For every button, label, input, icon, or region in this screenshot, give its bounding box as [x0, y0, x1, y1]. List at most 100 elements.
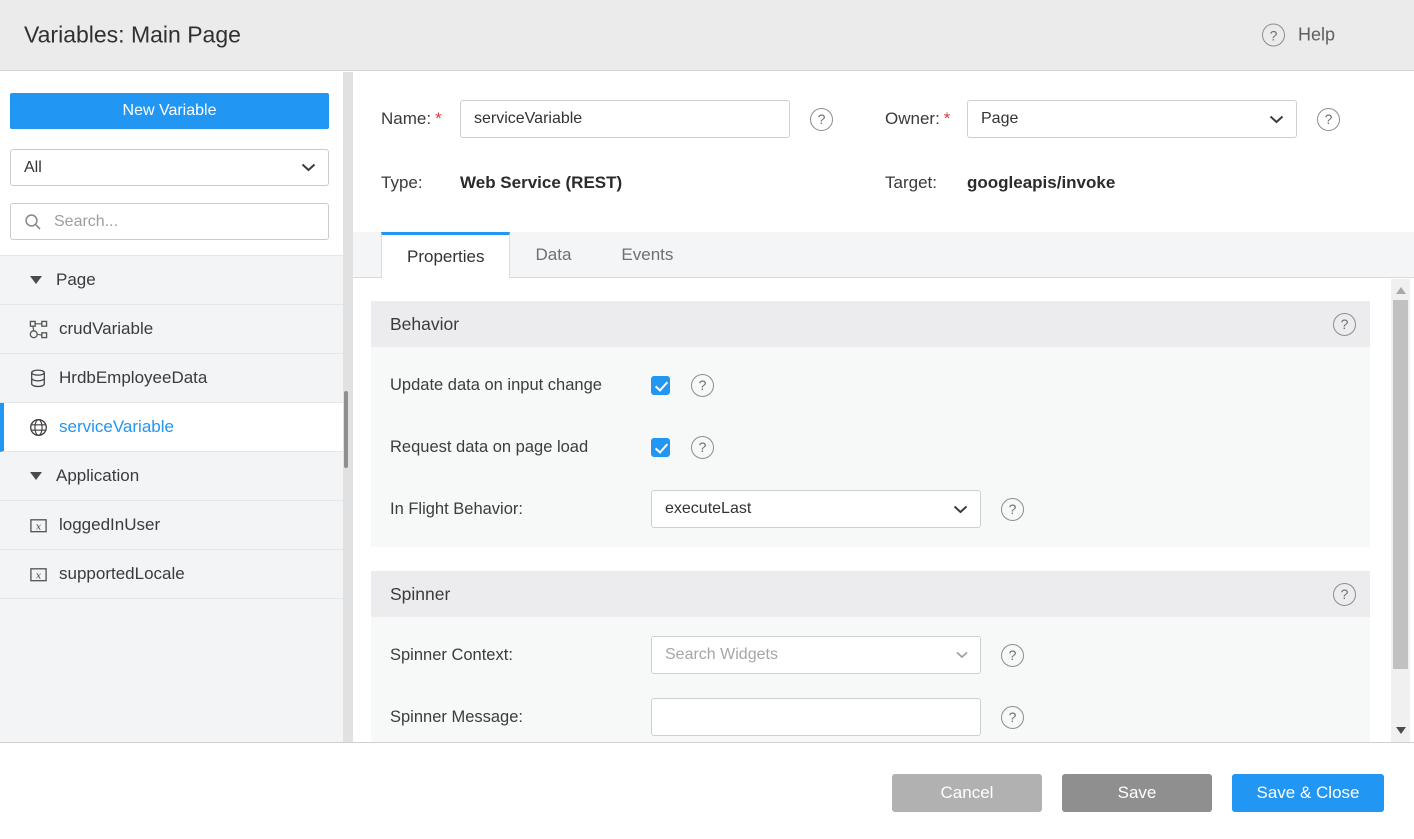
variable-search [10, 203, 329, 240]
name-field-group: Name:* [381, 100, 833, 138]
spinner-help-icon[interactable] [1333, 583, 1356, 606]
variable-x-icon: x [28, 516, 48, 535]
svg-text:x: x [35, 570, 41, 581]
spinner-message-help-icon[interactable] [1001, 706, 1024, 729]
spinner-panel-title: Spinner [390, 584, 450, 605]
sidebar-item-servicevariable[interactable]: serviceVariable [0, 403, 343, 452]
dialog-header: Variables: Main Page Help [0, 0, 1414, 71]
sidebar-item-label: Page [56, 270, 96, 290]
name-input[interactable] [460, 100, 790, 138]
sidebar-item-label: crudVariable [59, 319, 153, 339]
spinner-message-input[interactable] [651, 698, 981, 736]
save-and-close-button[interactable]: Save & Close [1232, 774, 1384, 812]
triangle-down-icon [30, 472, 42, 480]
owner-select-value: Page [981, 110, 1018, 128]
globe-icon [28, 418, 48, 437]
sidebar-item-label: loggedInUser [59, 515, 160, 535]
name-help-icon[interactable] [810, 108, 833, 131]
spinner-panel-header: Spinner [371, 571, 1370, 617]
help-question-icon [1262, 24, 1285, 47]
variable-filter-select[interactable]: All [10, 149, 329, 186]
request-data-label: Request data on page load [390, 438, 651, 457]
request-data-help-icon[interactable] [691, 436, 714, 459]
spinner-message-label: Spinner Message: [390, 708, 651, 727]
behavior-help-icon[interactable] [1333, 313, 1356, 336]
spinner-context-label: Spinner Context: [390, 646, 651, 665]
required-asterisk: * [944, 109, 951, 128]
type-value: Web Service (REST) [460, 173, 622, 193]
target-field-group: Target: googleapis/invoke [885, 173, 1115, 193]
type-label: Type: [381, 173, 460, 193]
name-label: Name:* [381, 109, 460, 129]
owner-label: Owner:* [885, 109, 967, 129]
in-flight-behavior-value: executeLast [665, 500, 751, 518]
detail-tabbar: Properties Data Events [353, 232, 1414, 278]
spinner-panel-body: Spinner Context: Search Widgets Spinner … [371, 617, 1370, 742]
sidebar-item-label: supportedLocale [59, 564, 185, 584]
sidebar-item-label: Application [56, 466, 139, 486]
new-variable-button[interactable]: New Variable [10, 93, 329, 129]
page-title: Variables: Main Page [24, 22, 241, 49]
update-data-label: Update data on input change [390, 376, 651, 395]
tab-label: Events [621, 245, 673, 265]
scroll-down-arrow-icon[interactable] [1396, 727, 1406, 734]
required-asterisk: * [435, 109, 442, 128]
sidebar-scrollbar-thumb[interactable] [344, 391, 348, 468]
dialog-footer: Cancel Save Save & Close [0, 743, 1414, 839]
sidebar-item-label: serviceVariable [59, 417, 174, 437]
spinner-context-help-icon[interactable] [1001, 644, 1024, 667]
update-data-row: Update data on input change [371, 354, 1370, 416]
sidebar-item-hrdbemployeedata[interactable]: HrdbEmployeeData [0, 354, 343, 403]
update-data-help-icon[interactable] [691, 374, 714, 397]
tab-data[interactable]: Data [510, 232, 596, 277]
variable-x-icon: x [28, 565, 48, 584]
spinner-panel: Spinner Spinner Context: Search Widgets … [371, 571, 1370, 742]
scroll-up-arrow-icon[interactable] [1396, 287, 1406, 294]
tab-events[interactable]: Events [596, 232, 698, 277]
behavior-panel-header: Behavior [371, 301, 1370, 347]
owner-help-icon[interactable] [1317, 108, 1340, 131]
search-input[interactable] [52, 212, 318, 232]
save-button[interactable]: Save [1062, 774, 1212, 812]
search-icon [24, 213, 42, 231]
help-button[interactable]: Help [1262, 24, 1335, 47]
content-scrollbar-thumb[interactable] [1393, 300, 1408, 669]
in-flight-behavior-row: In Flight Behavior: executeLast [371, 478, 1370, 540]
owner-select[interactable]: Page [967, 100, 1297, 138]
request-data-checkbox[interactable] [651, 438, 670, 457]
variable-detail-pane: Name:* Owner:* Page Type: Web Service (R… [353, 72, 1414, 742]
request-data-row: Request data on page load [371, 416, 1370, 478]
behavior-panel-title: Behavior [390, 314, 459, 335]
tab-label: Data [535, 245, 571, 265]
variables-sidebar: New Variable All Page [0, 72, 343, 742]
sidebar-item-supportedlocale[interactable]: x supportedLocale [0, 550, 343, 599]
content-scrollbar[interactable] [1391, 279, 1410, 742]
in-flight-behavior-label: In Flight Behavior: [390, 500, 651, 519]
sidebar-item-loggedinuser[interactable]: x loggedInUser [0, 501, 343, 550]
update-data-checkbox[interactable] [651, 376, 670, 395]
spinner-context-placeholder: Search Widgets [665, 646, 778, 664]
sidebar-group-page[interactable]: Page [0, 256, 343, 305]
tab-properties[interactable]: Properties [381, 232, 510, 278]
cancel-button[interactable]: Cancel [892, 774, 1042, 812]
crud-icon [28, 320, 48, 339]
help-label: Help [1298, 25, 1335, 46]
triangle-down-icon [30, 276, 42, 284]
spinner-context-select[interactable]: Search Widgets [651, 636, 981, 674]
properties-tab-content: Behavior Update data on input change Req… [353, 279, 1391, 742]
owner-field-group: Owner:* Page [885, 100, 1340, 138]
svg-text:x: x [35, 521, 41, 532]
sidebar-group-application[interactable]: Application [0, 452, 343, 501]
sidebar-controls: New Variable All [0, 72, 343, 240]
sidebar-item-crudvariable[interactable]: crudVariable [0, 305, 343, 354]
sidebar-scrollbar[interactable] [343, 72, 353, 742]
behavior-panel: Behavior Update data on input change Req… [371, 301, 1370, 547]
chevron-down-icon [301, 163, 316, 172]
target-value: googleapis/invoke [967, 173, 1115, 193]
tab-label: Properties [407, 247, 484, 267]
type-field-group: Type: Web Service (REST) [381, 173, 622, 193]
sidebar-item-label: HrdbEmployeeData [59, 368, 207, 388]
in-flight-behavior-help-icon[interactable] [1001, 498, 1024, 521]
in-flight-behavior-select[interactable]: executeLast [651, 490, 981, 528]
chevron-down-icon [956, 651, 968, 659]
